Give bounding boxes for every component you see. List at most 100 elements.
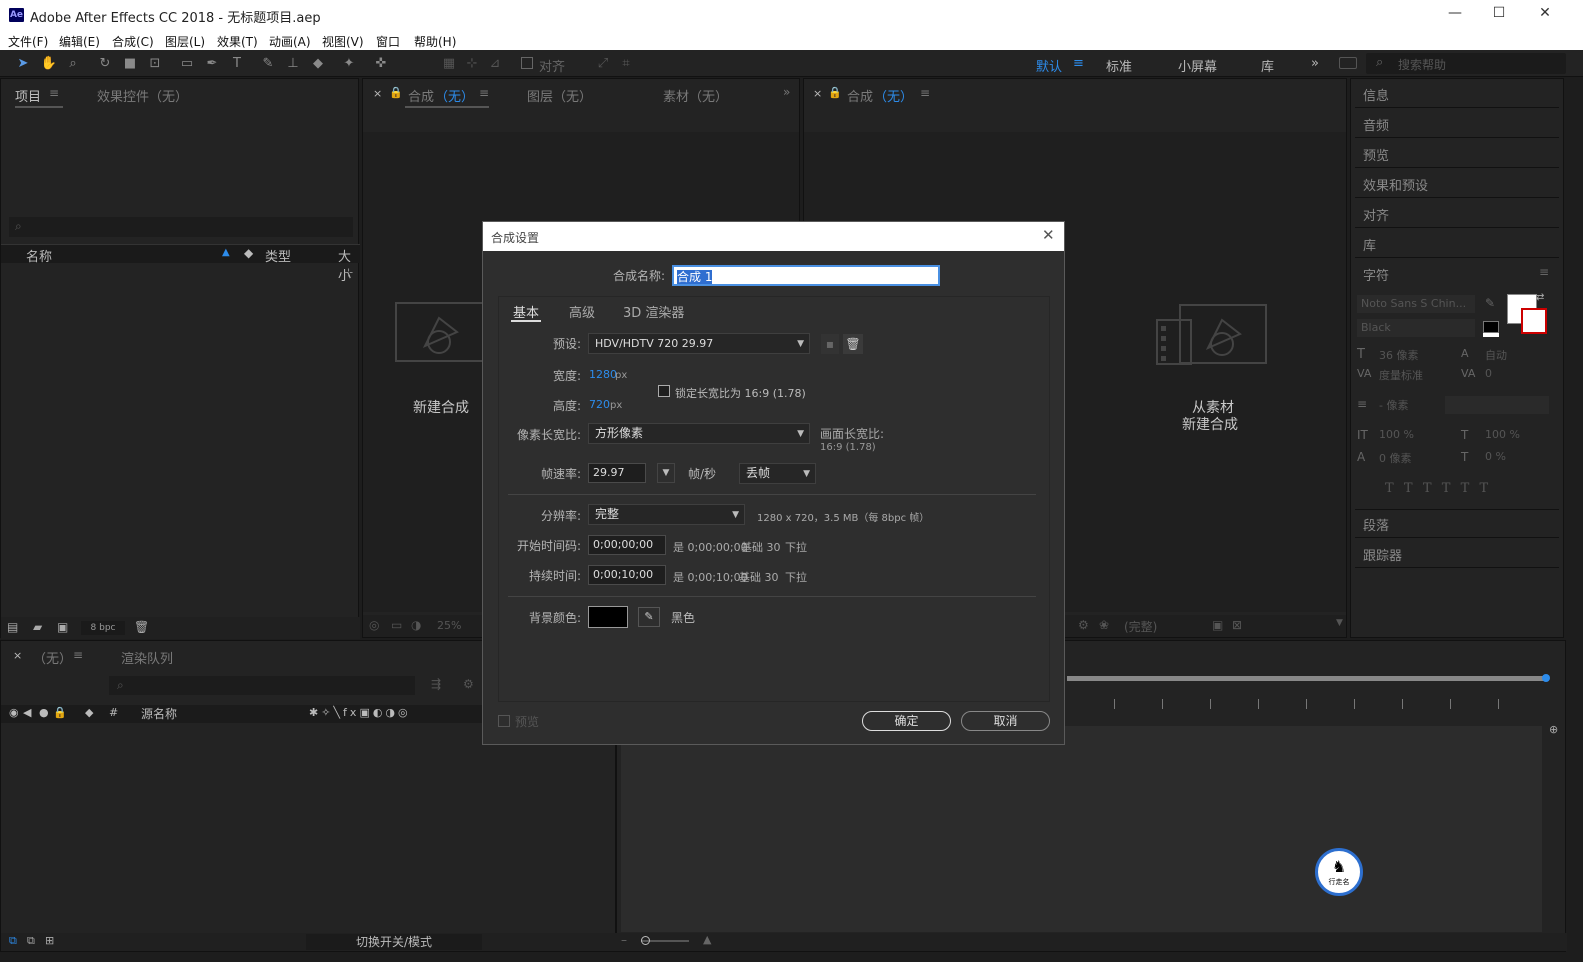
panel-effects-presets[interactable]: 效果和预设 [1363, 175, 1428, 194]
tab-3d-renderer[interactable]: 3D 渲染器 [623, 302, 684, 321]
work-area-end-handle[interactable] [1542, 674, 1550, 682]
background-color-swatch[interactable] [588, 606, 628, 628]
region-of-interest-icon[interactable]: ▣ [1212, 618, 1223, 632]
baseline-shift-value[interactable]: 0 像素 [1379, 450, 1412, 466]
panel-menu-icon[interactable]: ≡ [479, 86, 489, 100]
tracking-value[interactable]: 0 [1485, 367, 1492, 380]
tab-basic[interactable]: 基本 [513, 302, 539, 321]
tab-layer[interactable]: 图层（无） [527, 86, 592, 105]
tab-advanced[interactable]: 高级 [569, 302, 595, 321]
kerning-value[interactable]: 度量标准 [1379, 367, 1423, 383]
tab-project[interactable]: 项目 [15, 86, 41, 105]
panel-menu-icon[interactable]: ≡ [73, 648, 83, 662]
color-channel-icon[interactable]: ❀ [1099, 618, 1109, 632]
selection-tool-icon[interactable]: ➤ [14, 55, 32, 73]
font-family-dropdown[interactable]: Noto Sans S Chin... [1357, 295, 1475, 313]
minimize-button[interactable]: — [1440, 5, 1470, 25]
column-name[interactable]: 名称 [26, 246, 52, 265]
vertical-scale-value[interactable]: 100 % [1379, 428, 1414, 441]
tab-footage[interactable]: 素材（无） [663, 86, 728, 105]
rectangle-tool-icon[interactable]: ▭ [178, 55, 196, 73]
menu-window[interactable]: 窗口 [376, 33, 400, 50]
zoom-out-icon[interactable]: – [621, 933, 627, 947]
comp-name-input[interactable]: 合成 1 [672, 265, 940, 286]
lock-icon[interactable]: 🔒 [53, 706, 67, 719]
audio-icon[interactable]: ◀ [23, 706, 31, 719]
white-swatch[interactable] [1483, 333, 1499, 337]
snapshot-icon[interactable]: ⚙ [1078, 618, 1089, 632]
more-workspaces-icon[interactable]: » [1311, 56, 1319, 71]
tab-composition[interactable]: 合成 [847, 86, 873, 105]
axis-view-icon[interactable]: ⊿ [486, 55, 504, 73]
pan-behind-tool-icon[interactable]: ⊡ [146, 55, 164, 73]
maximize-button[interactable]: ☐ [1484, 5, 1514, 25]
camera-tool-icon[interactable]: ■ [121, 55, 139, 73]
tab-composition-none[interactable]: （无） [435, 86, 474, 105]
axis-world-icon[interactable]: ⊹ [463, 55, 481, 73]
panel-menu-icon[interactable]: ≡ [920, 86, 930, 100]
zoom-slider-handle[interactable] [641, 936, 650, 945]
brush-tool-icon[interactable]: ✎ [259, 55, 277, 73]
workspace-default[interactable]: 默认 [1036, 56, 1062, 75]
sort-ascending-icon[interactable]: ▲ [222, 247, 230, 258]
toggle-switches-modes[interactable]: 切换开关/模式 [306, 934, 482, 950]
tab-composition-none[interactable]: （无） [874, 86, 913, 105]
ok-button[interactable]: 确定 [862, 711, 951, 731]
eye-icon[interactable]: ◉ [9, 706, 19, 719]
help-search-box[interactable]: ⌕ 搜索帮助 [1366, 53, 1566, 74]
roto-brush-tool-icon[interactable]: ✦ [340, 55, 358, 73]
menu-view[interactable]: 视图(V) [322, 33, 364, 50]
duration-input[interactable]: 0;00;10;00 [588, 565, 666, 585]
cancel-button[interactable]: 取消 [961, 711, 1050, 731]
monitor-icon[interactable]: ▭ [391, 618, 402, 632]
align-checkbox[interactable] [521, 57, 533, 69]
stroke-color-swatch[interactable] [1521, 308, 1547, 334]
mask-icon[interactable]: ◑ [411, 618, 421, 632]
stroke-width-value[interactable]: - 像素 [1379, 397, 1408, 413]
flowchart-icon[interactable]: ⊹ [344, 266, 353, 279]
snap-options-icon[interactable]: ⌗ [617, 55, 635, 73]
workspace-small-screen[interactable]: 小屏幕 [1178, 56, 1217, 75]
zoom-level[interactable]: 25% [437, 619, 461, 632]
timeline-search-input[interactable]: ⌕ [109, 676, 415, 695]
text-style-buttons[interactable]: TTTTTT [1385, 481, 1498, 496]
menu-animation[interactable]: 动画(A) [269, 33, 311, 50]
menu-edit[interactable]: 编辑(E) [59, 33, 100, 50]
more-tabs-icon[interactable]: » [783, 85, 790, 99]
eyedropper-icon[interactable]: ✎ [638, 607, 660, 627]
horizontal-scale-value[interactable]: 100 % [1485, 428, 1520, 441]
label-tag-icon[interactable]: ◆ [244, 246, 253, 260]
drop-frame-dropdown[interactable]: 丢帧 ▼ [739, 463, 816, 484]
panel-audio[interactable]: 音频 [1363, 115, 1389, 134]
label-tag-icon[interactable]: ◆ [85, 706, 93, 719]
panel-libraries[interactable]: 库 [1363, 235, 1376, 254]
clone-stamp-tool-icon[interactable]: ⊥ [284, 55, 302, 73]
axis-local-icon[interactable]: ▦ [440, 55, 458, 73]
panel-menu-icon[interactable]: ≡ [1539, 265, 1549, 279]
hand-tool-icon[interactable]: ✋ [40, 55, 58, 73]
new-composition-label[interactable]: 新建合成 [413, 397, 469, 417]
black-swatch[interactable] [1483, 321, 1499, 333]
tab-render-queue[interactable]: 渲染队列 [121, 648, 173, 667]
solo-icon[interactable]: ● [39, 706, 49, 719]
snap-icon[interactable]: ⤢ [594, 55, 612, 73]
menu-composition[interactable]: 合成(C) [112, 33, 154, 50]
pen-tool-icon[interactable]: ✒ [203, 55, 221, 73]
puppet-pin-tool-icon[interactable]: ✜ [372, 55, 390, 73]
panel-menu-icon[interactable]: ≡ [49, 86, 59, 100]
comp-button-icon[interactable]: ⊕ [1549, 723, 1558, 736]
workspace-menu-icon[interactable]: ≡ [1073, 56, 1084, 71]
transparency-grid-icon[interactable]: ⊠ [1232, 618, 1242, 632]
eraser-tool-icon[interactable]: ◆ [309, 55, 327, 73]
new-composition-icon[interactable]: ▣ [57, 620, 68, 634]
new-composition-icon[interactable] [395, 302, 485, 364]
panel-preview[interactable]: 预览 [1363, 145, 1389, 164]
frame-rate-dropdown-icon[interactable]: ▼ [657, 463, 675, 483]
in-out-icon[interactable]: ⊞ [45, 934, 54, 947]
always-preview-icon[interactable]: ◎ [369, 618, 379, 632]
width-value[interactable]: 1280 [589, 368, 617, 381]
from-footage-icon[interactable] [1156, 304, 1268, 366]
close-window-button[interactable]: ✕ [1530, 5, 1560, 25]
from-footage-label-line2[interactable]: 新建合成 [1182, 414, 1238, 434]
close-tab-icon[interactable]: × [13, 649, 22, 662]
